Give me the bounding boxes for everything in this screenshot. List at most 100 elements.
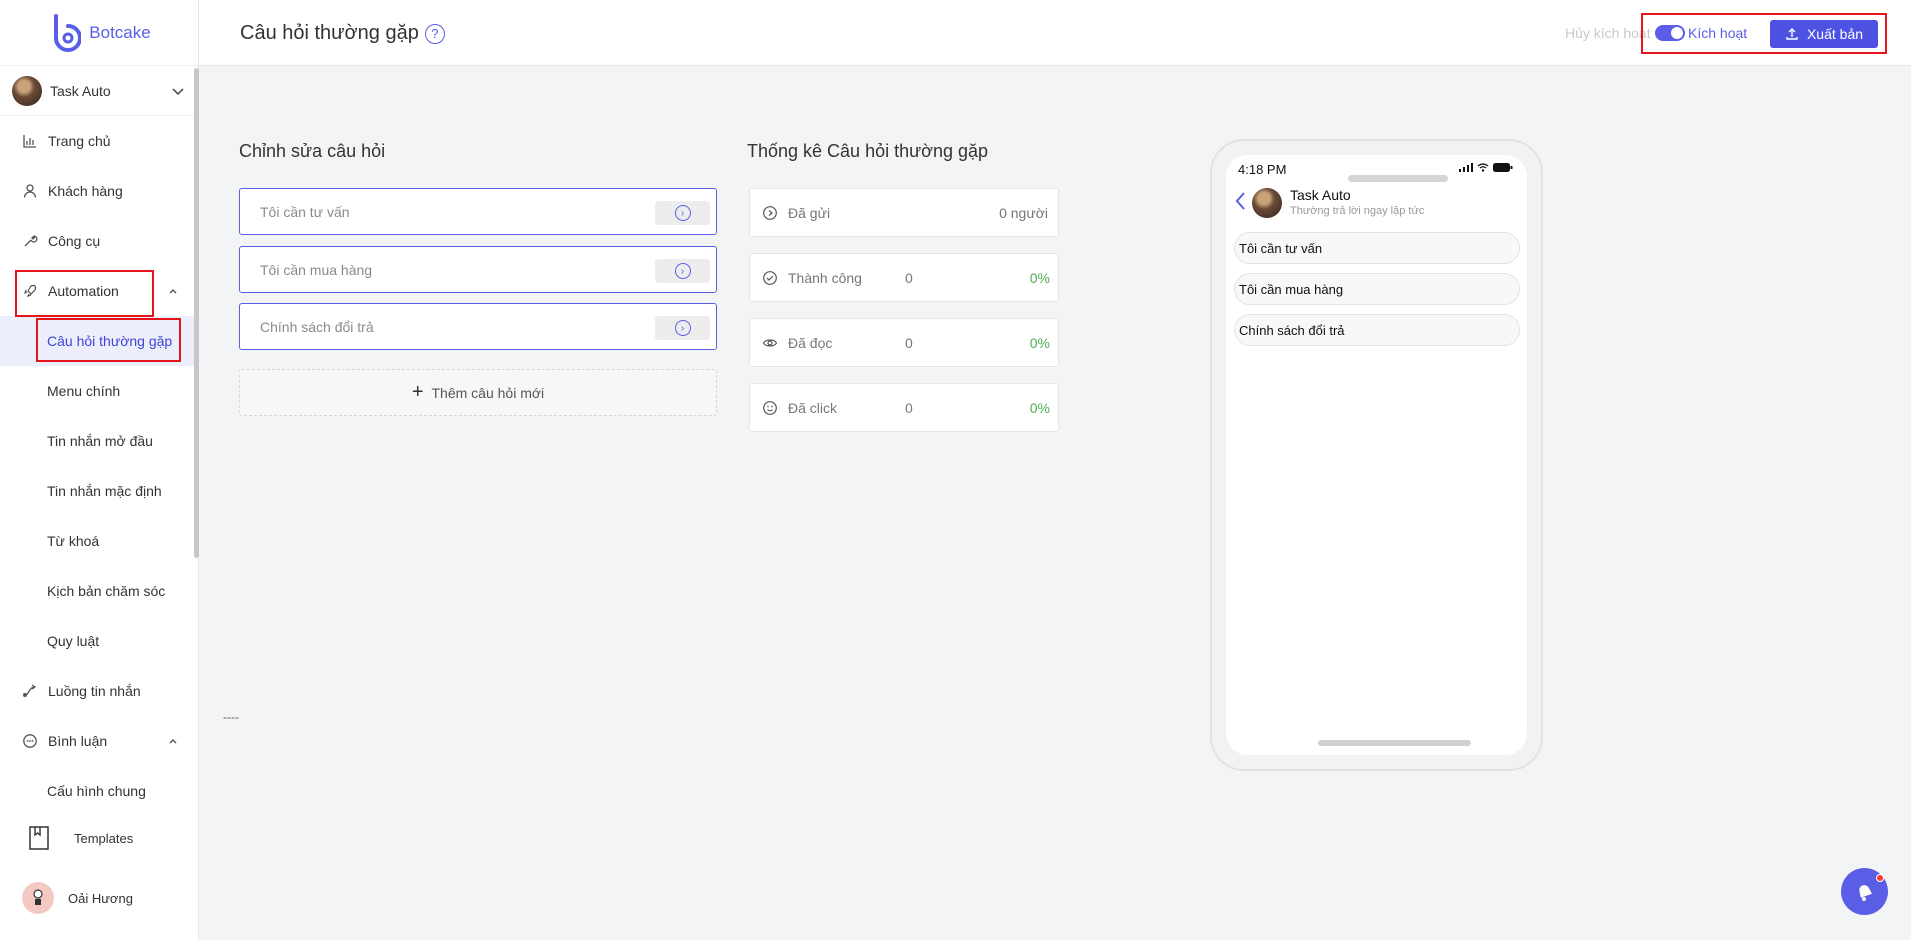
sidebar-sub-label: Quy luật (47, 633, 100, 649)
flow-icon (23, 684, 37, 697)
sidebar-sub-label: Tin nhắn mặc định (47, 483, 162, 499)
smile-icon (763, 401, 777, 415)
divider-dashes: ---- (223, 710, 239, 724)
sidebar-sub-label: Menu chính (47, 383, 121, 399)
sidebar-item-label: Luồng tin nhắn (48, 683, 141, 699)
stat-count: 0 (905, 335, 913, 351)
wifi-icon (1477, 163, 1489, 172)
question-action-button[interactable]: › (655, 201, 710, 225)
stat-row-read: Đã đọc 0 0% (749, 318, 1059, 367)
phone-preview: 4:18 PM Task Auto Thường trả lời ngay lậ… (1210, 139, 1543, 771)
sidebar-item-tools[interactable]: Công cụ (0, 216, 198, 266)
question-text: Tôi cần mua hàng (260, 261, 373, 278)
user-avatar (22, 882, 54, 914)
arrow-circle-right-icon: › (674, 205, 691, 221)
sidebar-sub-care-scenario[interactable]: Kịch bản chăm sóc (0, 566, 198, 616)
phone-home-bar (1318, 740, 1471, 746)
sidebar-sub-label: Tin nhắn mở đầu (47, 433, 153, 449)
sidebar-item-customers[interactable]: Khách hàng (0, 166, 198, 216)
templates-label: Templates (74, 830, 134, 846)
phone-screen: 4:18 PM Task Auto Thường trả lời ngay lậ… (1226, 155, 1527, 755)
editor-title: Chỉnh sửa câu hỏi (239, 141, 386, 161)
phone-quick-reply[interactable]: Tôi cần mua hàng (1234, 273, 1520, 305)
battery-icon (1493, 163, 1513, 172)
notification-dot (1876, 874, 1884, 882)
stat-row-success: Thành công 0 0% (749, 253, 1059, 302)
sidebar-scrollbar[interactable] (194, 68, 199, 558)
top-header: Câu hỏi thường gặp ? Hủy kích hoạt Kích … (199, 0, 1911, 66)
phone-page-name: Task Auto (1290, 187, 1351, 203)
stat-percent: 0% (1029, 400, 1050, 416)
back-arrow-icon[interactable] (1234, 191, 1246, 211)
stat-count: 0 (905, 270, 913, 286)
page-title-text: Câu hỏi thường gặp (240, 22, 419, 44)
chevron-down-icon (172, 87, 184, 95)
sidebar-sub-label: Từ khoá (47, 533, 100, 549)
sidebar-item-label: Khách hàng (48, 183, 123, 199)
bell-icon (1858, 884, 1872, 901)
sidebar-sub-welcome-message[interactable]: Tin nhắn mở đầu (0, 416, 198, 466)
question-input[interactable]: Chính sách đổi trả › (239, 303, 717, 350)
brand-name: Botcake (89, 22, 151, 42)
stat-label: Đã click (788, 400, 838, 416)
question-input[interactable]: Tôi cần mua hàng › (239, 246, 717, 293)
page-title: Câu hỏi thường gặp ? (240, 22, 445, 45)
phone-notch (1348, 175, 1448, 182)
question-text: Tôi cần tư vấn (260, 203, 350, 220)
eye-icon (762, 339, 778, 347)
stat-value: 0 người (999, 205, 1048, 221)
sidebar-sub-general-config[interactable]: Cấu hình chung (0, 766, 198, 816)
highlight-faq (36, 318, 181, 362)
add-question-label: Thêm câu hỏi mới (431, 384, 545, 401)
stat-percent: 0% (1029, 335, 1050, 351)
question-action-button[interactable]: › (655, 259, 710, 283)
comment-icon (23, 734, 37, 748)
tool-icon (24, 235, 38, 247)
sidebar-user[interactable]: Oải Hương (0, 878, 199, 918)
sidebar: Botcake Task Auto Trang chủ Khách hàng C… (0, 0, 199, 940)
sidebar-sub-main-menu[interactable]: Menu chính (0, 366, 198, 416)
phone-status-icons (1459, 163, 1513, 172)
sidebar-item-label: Bình luận (48, 733, 108, 749)
sidebar-item-home[interactable]: Trang chủ (0, 116, 198, 166)
sidebar-item-comments[interactable]: Bình luận (0, 716, 198, 766)
page-avatar (12, 75, 42, 106)
user-icon (23, 184, 37, 198)
stat-label: Thành công (788, 270, 862, 286)
sidebar-sub-rules[interactable]: Quy luật (0, 616, 198, 666)
page-switcher[interactable]: Task Auto (0, 66, 198, 116)
phone-page-avatar (1252, 188, 1282, 218)
phone-quick-reply[interactable]: Chính sách đổi trả (1234, 314, 1520, 346)
sidebar-sub-default-message[interactable]: Tin nhắn mặc định (0, 466, 198, 516)
sidebar-sub-label: Kịch bản chăm sóc (47, 583, 166, 599)
question-text: Chính sách đổi trả (260, 318, 374, 335)
stat-row-click: Đã click 0 0% (749, 383, 1059, 432)
stat-row-sent: Đã gửi 0 người (749, 188, 1059, 237)
logo[interactable]: Botcake (0, 0, 198, 66)
question-input[interactable]: Tôi cần tư vấn › (239, 188, 717, 235)
sidebar-item-message-flow[interactable]: Luồng tin nhắn (0, 666, 198, 716)
phone-page-subtitle: Thường trả lời ngay lập tức (1290, 205, 1425, 217)
notification-fab[interactable] (1841, 868, 1888, 915)
sidebar-sub-keywords[interactable]: Từ khoá (0, 516, 198, 566)
sidebar-sub-label: Cấu hình chung (47, 783, 146, 799)
phone-time: 4:18 PM (1238, 162, 1287, 177)
question-action-button[interactable]: › (655, 316, 710, 340)
plus-icon: + (411, 381, 424, 403)
chart-icon (23, 135, 36, 148)
deactivate-link[interactable]: Hủy kích hoạt (1565, 25, 1651, 41)
sidebar-item-label: Công cụ (48, 233, 101, 249)
help-icon[interactable]: ? (424, 23, 445, 44)
highlight-header-actions (1641, 13, 1887, 54)
chevron-up-icon (169, 739, 177, 744)
check-circle-icon (763, 271, 777, 285)
sidebar-item-label: Trang chủ (48, 133, 111, 149)
botcake-logo-icon (54, 13, 82, 52)
phone-quick-reply[interactable]: Tôi cần tư vấn (1234, 232, 1520, 264)
user-name: Oải Hương (68, 890, 133, 906)
highlight-automation (15, 270, 154, 317)
person-icon (33, 889, 43, 905)
stat-label: Đã gửi (788, 205, 831, 221)
add-question-button[interactable]: + Thêm câu hỏi mới (239, 369, 717, 416)
sidebar-templates[interactable]: Templates (0, 818, 199, 858)
